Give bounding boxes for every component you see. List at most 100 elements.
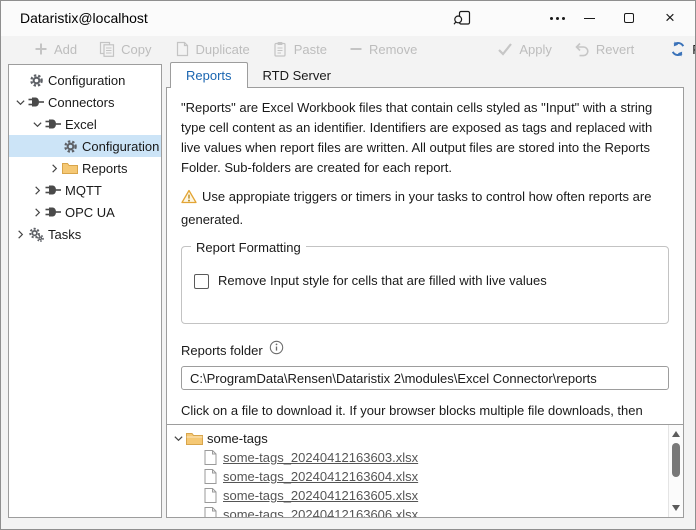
plug-icon xyxy=(44,183,62,197)
apply-button[interactable]: Apply xyxy=(497,42,552,57)
tree-label: Connectors xyxy=(48,94,115,110)
report-files-list: some-tags some-tags_20240412163603.xlsx … xyxy=(167,424,683,517)
tree-label: Tasks xyxy=(48,226,82,242)
copy-icon xyxy=(100,41,115,57)
duplicate-button[interactable]: Duplicate xyxy=(174,41,250,57)
plug-icon xyxy=(27,95,45,109)
add-button[interactable]: Add xyxy=(34,42,77,57)
scroll-up-icon[interactable] xyxy=(669,427,683,441)
info-icon[interactable] xyxy=(269,340,284,361)
chevron-right-icon[interactable] xyxy=(30,185,44,196)
duplicate-label: Duplicate xyxy=(195,41,250,57)
tab-label: Reports xyxy=(186,68,232,83)
file-icon xyxy=(201,469,219,484)
tab-reports[interactable]: Reports xyxy=(170,62,248,88)
sidebar-item-mqtt[interactable]: MQTT xyxy=(9,179,161,201)
tree-label: Excel xyxy=(65,116,97,132)
plug-icon xyxy=(44,117,62,131)
reports-folder-label: Reports folder xyxy=(181,342,263,358)
file-row: some-tags_20240412163606.xlsx xyxy=(171,505,683,517)
sidebar-tree: Configuration Connectors Excel Configura… xyxy=(8,64,162,518)
sidebar-item-configuration[interactable]: Configuration xyxy=(9,69,161,91)
close-icon[interactable]: × xyxy=(653,0,687,36)
paste-label: Paste xyxy=(293,41,327,57)
more-icon[interactable] xyxy=(541,0,573,36)
tree-label: MQTT xyxy=(65,182,102,198)
sidebar-item-excel[interactable]: Excel xyxy=(9,113,161,135)
folder-row-some-tags[interactable]: some-tags xyxy=(171,429,683,448)
reports-description: "Reports" are Excel Workbook files that … xyxy=(181,100,653,175)
folder-icon xyxy=(185,432,203,446)
sidebar-item-connectors[interactable]: Connectors xyxy=(9,91,161,113)
folder-icon xyxy=(61,162,79,175)
file-link[interactable]: some-tags_20240412163606.xlsx xyxy=(223,507,418,517)
refresh-icon xyxy=(672,41,685,57)
sidebar-item-tasks[interactable]: Tasks xyxy=(9,223,161,245)
sidebar-item-excel-configuration[interactable]: Configuration xyxy=(9,135,161,157)
sidebar-item-opc-ua[interactable]: OPC UA xyxy=(9,201,161,223)
search-window-icon[interactable] xyxy=(446,0,478,36)
chevron-right-icon[interactable] xyxy=(47,163,61,174)
gear-icon xyxy=(27,73,45,88)
warning-label: Use appropiate triggers or timers in you… xyxy=(181,189,652,227)
tab-label: RTD Server xyxy=(262,67,331,83)
chevron-down-icon[interactable] xyxy=(30,119,44,130)
minus-icon xyxy=(350,48,362,50)
check-icon xyxy=(498,43,513,56)
sidebar-item-reports[interactable]: Reports xyxy=(9,157,161,179)
paste-icon xyxy=(274,42,286,57)
chevron-down-icon[interactable] xyxy=(13,97,27,108)
report-formatting-group: Report Formatting Remove Input style for… xyxy=(181,238,669,324)
chevron-right-icon[interactable] xyxy=(30,207,44,218)
scroll-down-icon[interactable] xyxy=(669,501,683,515)
reports-tab-panel: "Reports" are Excel Workbook files that … xyxy=(166,87,684,518)
remove-label: Remove xyxy=(368,41,418,57)
remove-button[interactable]: Remove xyxy=(349,42,417,57)
revert-icon xyxy=(575,42,589,56)
warning-icon xyxy=(181,189,197,210)
remove-input-style-checkbox[interactable] xyxy=(194,273,209,289)
revert-button[interactable]: Revert xyxy=(574,42,634,57)
chevron-right-icon[interactable] xyxy=(13,229,27,240)
gear-icon xyxy=(61,139,79,154)
plug-icon xyxy=(44,205,62,219)
plus-icon xyxy=(35,43,47,55)
file-icon xyxy=(201,507,219,517)
titlebar: Dataristix@localhost × xyxy=(0,0,696,36)
refresh-button[interactable]: Refresh xyxy=(670,41,696,57)
scrollbar[interactable] xyxy=(668,425,683,517)
file-link[interactable]: some-tags_20240412163604.xlsx xyxy=(223,469,418,484)
file-link[interactable]: some-tags_20240412163603.xlsx xyxy=(223,450,418,465)
minimize-icon[interactable] xyxy=(573,0,605,36)
copy-label: Copy xyxy=(121,41,152,57)
revert-label: Revert xyxy=(595,41,635,57)
refresh-label: Refresh xyxy=(692,42,696,57)
window-title: Dataristix@localhost xyxy=(20,10,148,26)
file-row: some-tags_20240412163603.xlsx xyxy=(171,448,683,467)
tree-label: Configuration xyxy=(82,138,160,154)
tree-label: Configuration xyxy=(48,72,126,88)
checkbox-label: Remove Input style for cells that are fi… xyxy=(218,273,547,288)
copy-button[interactable]: Copy xyxy=(99,41,152,57)
reports-folder-input[interactable] xyxy=(181,366,669,390)
file-row: some-tags_20240412163605.xlsx xyxy=(171,486,683,505)
tree-label: Reports xyxy=(82,160,128,176)
toolbar: Add Copy Duplicate Paste Remove Apply Re… xyxy=(0,36,696,62)
tree-label: OPC UA xyxy=(65,204,115,220)
file-link[interactable]: some-tags_20240412163605.xlsx xyxy=(223,488,418,503)
file-icon xyxy=(201,450,219,465)
paste-button[interactable]: Paste xyxy=(272,41,327,57)
warning-text: Use appropiate triggers or timers in you… xyxy=(181,187,669,230)
chevron-down-icon[interactable] xyxy=(171,433,185,444)
folder-name: some-tags xyxy=(207,431,268,446)
group-title: Report Formatting xyxy=(191,238,306,258)
gears-icon xyxy=(27,227,45,242)
apply-label: Apply xyxy=(519,41,552,57)
tab-rtd-server[interactable]: RTD Server xyxy=(248,62,346,88)
file-icon xyxy=(201,488,219,503)
maximize-icon[interactable] xyxy=(613,0,645,36)
tab-bar: Reports RTD Server xyxy=(170,62,346,88)
add-label: Add xyxy=(54,41,78,57)
duplicate-icon xyxy=(176,41,188,57)
scroll-thumb[interactable] xyxy=(672,443,680,477)
